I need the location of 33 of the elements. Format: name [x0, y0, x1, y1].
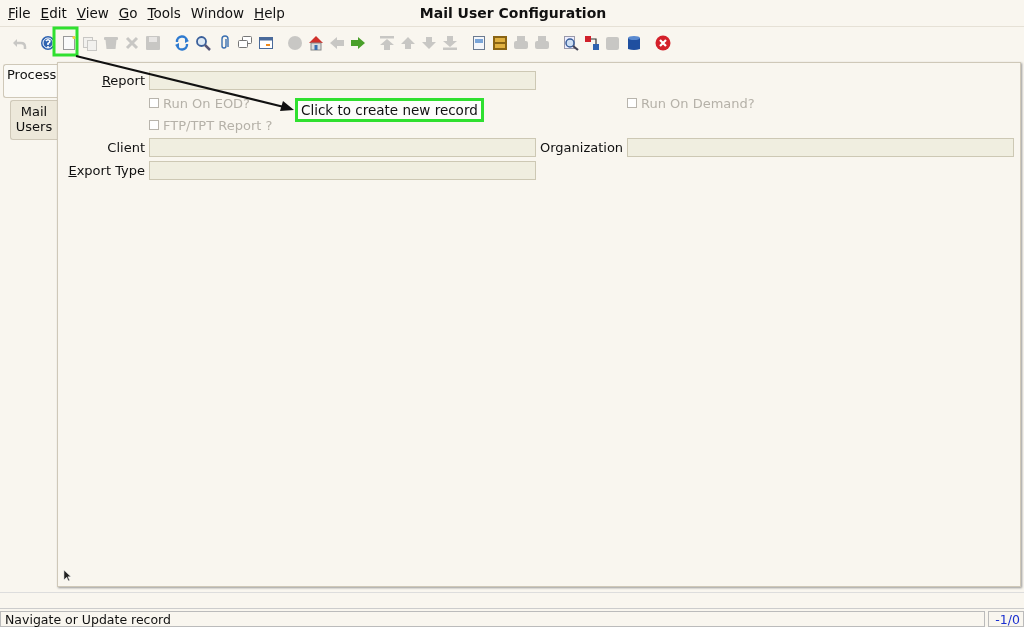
menu-item[interactable]: Window	[185, 3, 250, 23]
field-label: Export Type	[67, 163, 145, 178]
status-message: Navigate or Update record	[0, 611, 985, 627]
callout: Click to create new record	[295, 98, 484, 122]
menu-item[interactable]: View	[71, 3, 114, 23]
field-label: Organization	[540, 140, 623, 155]
record-counter: -1/0	[988, 611, 1024, 627]
zoom-icon[interactable]	[563, 35, 579, 51]
highlight-frame	[52, 26, 79, 57]
menu-item[interactable]: Tools	[142, 3, 186, 23]
linked-squares-icon[interactable]	[584, 35, 600, 51]
menu-item[interactable]: Go	[113, 3, 143, 23]
tab[interactable]: Mail Users	[10, 100, 57, 140]
document-icon[interactable]	[471, 35, 487, 51]
tab[interactable]: Process	[3, 64, 57, 98]
field-label: Report	[100, 73, 145, 88]
menu-item[interactable]: Help	[249, 3, 290, 23]
right-arrow-icon[interactable]	[350, 35, 366, 51]
field-label: Client	[106, 140, 145, 155]
menu-item[interactable]: File	[3, 3, 36, 23]
search-icon[interactable]	[195, 35, 211, 51]
mouse-pointer-icon	[63, 569, 72, 582]
chat-icon[interactable]	[237, 35, 253, 51]
home-icon[interactable]	[308, 35, 324, 51]
help-icon[interactable]	[40, 35, 56, 51]
refresh-icon[interactable]	[174, 35, 190, 51]
drawer-icon[interactable]	[492, 35, 508, 51]
window-icon[interactable]	[258, 35, 274, 51]
new-document-icon[interactable]	[61, 35, 77, 51]
cylinder-icon[interactable]	[626, 35, 642, 51]
window-title: Mail User Configuration	[418, 5, 608, 21]
menu-item[interactable]: Edit	[35, 3, 72, 23]
close-icon[interactable]	[655, 35, 671, 51]
